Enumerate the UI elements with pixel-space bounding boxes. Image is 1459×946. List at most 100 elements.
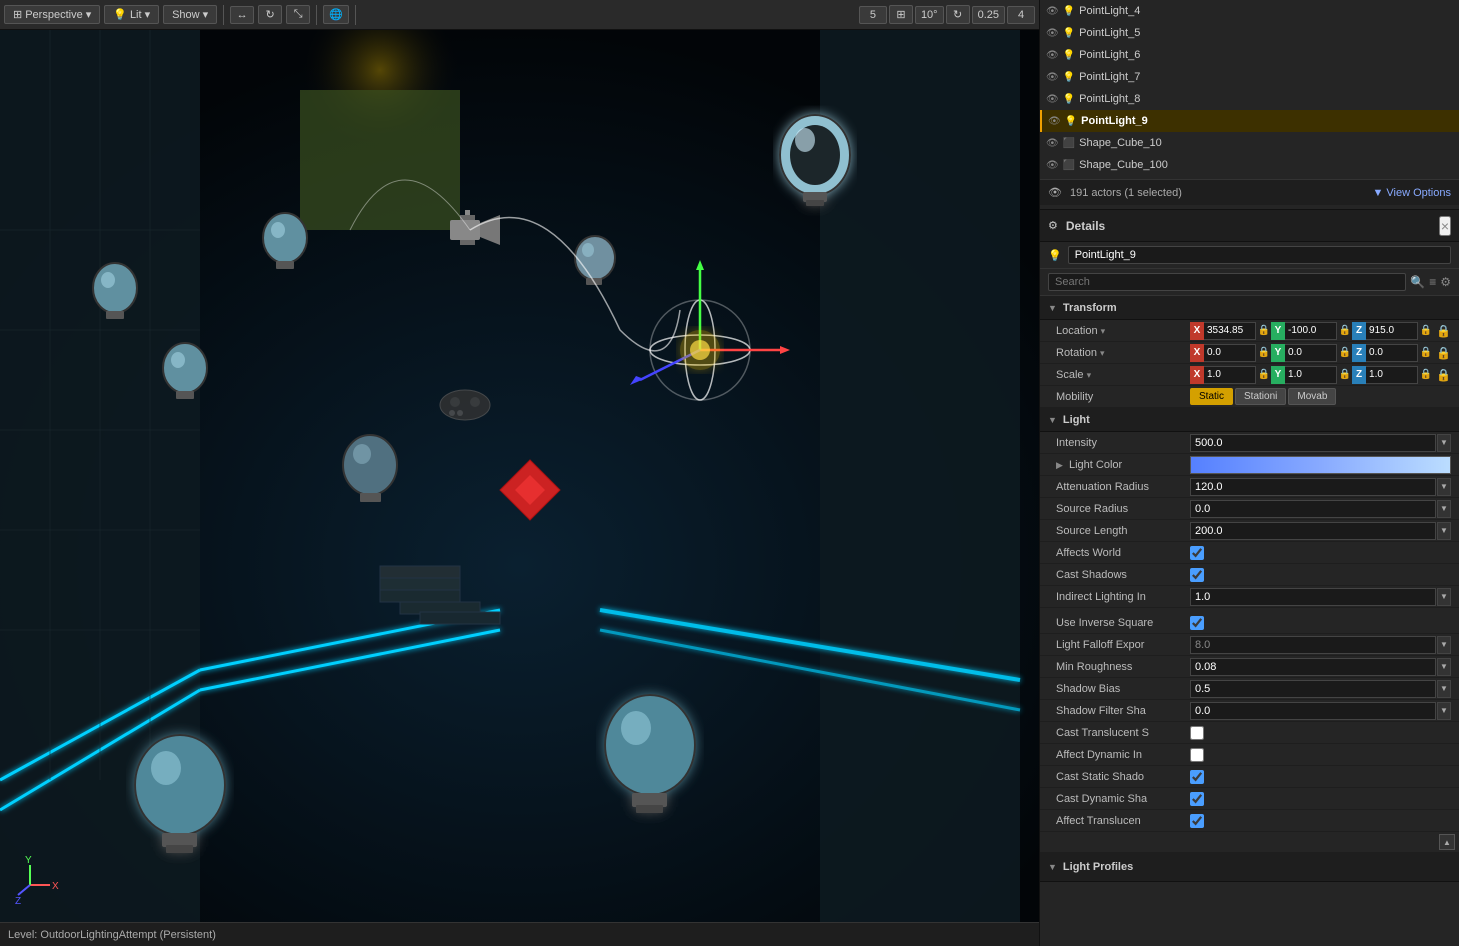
scale-button[interactable]: ⤡ <box>286 5 310 24</box>
outliner-item-pointlight5[interactable]: 👁 💡 PointLight_5 <box>1040 22 1459 44</box>
min-roughness-expand[interactable]: ▼ <box>1437 658 1451 676</box>
lock-all-scale[interactable]: 🔒 <box>1436 368 1451 382</box>
outliner-item-pointlight8[interactable]: 👁 💡 PointLight_8 <box>1040 88 1459 110</box>
lock-ry[interactable]: 🔒 <box>1339 347 1351 358</box>
intensity-expand-btn[interactable]: ▼ <box>1437 434 1451 452</box>
source-radius-expand[interactable]: ▼ <box>1437 500 1451 518</box>
color-swatch[interactable] <box>1190 456 1451 474</box>
grid-snap-button[interactable]: ⊞ <box>889 5 913 24</box>
scale-y-input[interactable] <box>1285 366 1337 384</box>
lock-icon-y[interactable]: 🔒 <box>1339 325 1351 336</box>
cast-translucent-checkbox[interactable] <box>1190 726 1204 740</box>
world-button[interactable]: 🌐 <box>323 5 349 24</box>
outliner-item-shapecube100[interactable]: 👁 ⬛ Shape_Cube_100 <box>1040 154 1459 176</box>
lock-sz[interactable]: 🔒 <box>1420 369 1432 380</box>
cast-static-shadows-checkbox[interactable] <box>1190 770 1204 784</box>
outliner-item-shapecube10[interactable]: 👁 ⬛ Shape_Cube_10 <box>1040 132 1459 154</box>
location-label[interactable]: Location ▾ <box>1056 325 1186 337</box>
grid-icon: ⊞ <box>13 8 22 21</box>
lock-icon-z[interactable]: 🔒 <box>1420 325 1432 336</box>
affect-translucent-checkbox[interactable] <box>1190 814 1204 828</box>
object-name-input[interactable] <box>1068 246 1451 264</box>
separator1 <box>223 5 224 25</box>
scale-x-input[interactable] <box>1204 366 1256 384</box>
snap-button[interactable]: 5 <box>859 6 887 24</box>
chevron-down-icon: ▾ <box>86 8 92 21</box>
scale-label[interactable]: Scale ▾ <box>1056 369 1186 381</box>
angle-button[interactable]: 10° <box>915 6 944 24</box>
indirect-expand[interactable]: ▼ <box>1437 588 1451 606</box>
min-roughness-input[interactable] <box>1190 658 1436 676</box>
location-y-input[interactable] <box>1285 322 1337 340</box>
min-roughness-row: Min Roughness ▼ <box>1040 656 1459 678</box>
use-inverse-square-checkbox[interactable] <box>1190 616 1204 630</box>
shadow-filter-input[interactable] <box>1190 702 1436 720</box>
light-color-expand[interactable]: ▶ <box>1056 460 1063 470</box>
camera-speed-button[interactable]: 4 <box>1007 6 1035 24</box>
lock-rx[interactable]: 🔒 <box>1258 347 1270 358</box>
lit-button[interactable]: 💡 Lit ▾ <box>104 5 159 24</box>
outliner-item-pointlight6[interactable]: 👁 💡 PointLight_6 <box>1040 44 1459 66</box>
section-arrow-light: ▼ <box>1048 415 1057 425</box>
source-length-input[interactable] <box>1190 522 1436 540</box>
rotation-z-input[interactable] <box>1366 344 1418 362</box>
z-label: Z <box>1352 322 1366 340</box>
mobility-static-button[interactable]: Static <box>1190 388 1233 405</box>
cast-shadows-checkbox[interactable] <box>1190 568 1204 582</box>
perspective-button[interactable]: ⊞ Perspective ▾ <box>4 5 100 24</box>
rx-label: X <box>1190 344 1204 362</box>
location-z-input[interactable] <box>1366 322 1418 340</box>
location-x-input[interactable] <box>1204 322 1256 340</box>
item-label: Shape_Cube_100 <box>1079 159 1168 171</box>
affects-world-checkbox[interactable] <box>1190 546 1204 560</box>
lock-sy[interactable]: 🔒 <box>1339 369 1351 380</box>
light-profiles-section-header[interactable]: ▼ Light Profiles <box>1040 852 1459 882</box>
shadow-filter-expand[interactable]: ▼ <box>1437 702 1451 720</box>
outliner-item-pointlight7[interactable]: 👁 💡 PointLight_7 <box>1040 66 1459 88</box>
shadow-bias-input[interactable] <box>1190 680 1436 698</box>
source-radius-input[interactable] <box>1190 500 1436 518</box>
lock-all-icon[interactable]: 🔒 <box>1436 324 1451 338</box>
show-button[interactable]: Show ▾ <box>163 5 217 24</box>
translate-button[interactable]: ↔ <box>230 6 254 24</box>
details-close-button[interactable]: × <box>1439 216 1451 236</box>
rotation-x-input[interactable] <box>1204 344 1256 362</box>
light-falloff-expand[interactable]: ▼ <box>1437 636 1451 654</box>
source-radius-input-wrap: ▼ <box>1190 500 1451 518</box>
lock-rz[interactable]: 🔒 <box>1420 347 1432 358</box>
outliner-list[interactable]: 👁 💡 PointLight_4 👁 💡 PointLight_5 👁 💡 Po… <box>1040 0 1459 179</box>
lock-all-rot[interactable]: 🔒 <box>1436 346 1451 360</box>
rotate-button[interactable]: ↻ <box>258 5 282 24</box>
light-section-header[interactable]: ▼ Light <box>1040 408 1459 432</box>
mobility-movable-button[interactable]: Movab <box>1288 388 1336 405</box>
outliner-item-pointlight9[interactable]: 👁 💡 PointLight_9 <box>1040 110 1459 132</box>
cast-dynamic-shadows-checkbox[interactable] <box>1190 792 1204 806</box>
lock-icon-x[interactable]: 🔒 <box>1258 325 1270 336</box>
outliner-item-pointlight4[interactable]: 👁 💡 PointLight_4 <box>1040 0 1459 22</box>
intensity-input[interactable] <box>1190 434 1436 452</box>
color-swatch-wrap <box>1190 456 1451 474</box>
rotation-y-input[interactable] <box>1285 344 1337 362</box>
attenuation-radius-input[interactable] <box>1190 478 1436 496</box>
scroll-up-button[interactable]: ▲ <box>1439 834 1455 850</box>
search-input[interactable] <box>1048 273 1406 291</box>
scale-snap-button[interactable]: 0.25 <box>972 6 1005 24</box>
lock-sx[interactable]: 🔒 <box>1258 369 1270 380</box>
affect-dynamic-label: Affect Dynamic In <box>1056 749 1186 761</box>
viewport-canvas[interactable]: X Y Z <box>0 30 1039 922</box>
mobility-stationary-button[interactable]: Stationi <box>1235 388 1286 405</box>
settings-icon[interactable]: ⚙ <box>1440 275 1451 289</box>
scale-z-input[interactable] <box>1366 366 1418 384</box>
view-options-button[interactable]: ▼ View Options <box>1372 187 1451 199</box>
shadow-bias-expand[interactable]: ▼ <box>1437 680 1451 698</box>
attenuation-expand-btn[interactable]: ▼ <box>1437 478 1451 496</box>
light-falloff-input[interactable] <box>1190 636 1436 654</box>
search-icon[interactable]: 🔍 <box>1410 275 1425 289</box>
list-view-icon[interactable]: ≡ <box>1429 275 1436 289</box>
affect-dynamic-checkbox[interactable] <box>1190 748 1204 762</box>
indirect-lighting-input[interactable] <box>1190 588 1436 606</box>
source-length-expand[interactable]: ▼ <box>1437 522 1451 540</box>
rotation-label[interactable]: Rotation ▾ <box>1056 347 1186 359</box>
rotate-snap-button[interactable]: ↻ <box>946 5 970 24</box>
transform-section-header[interactable]: ▼ Transform <box>1040 296 1459 320</box>
